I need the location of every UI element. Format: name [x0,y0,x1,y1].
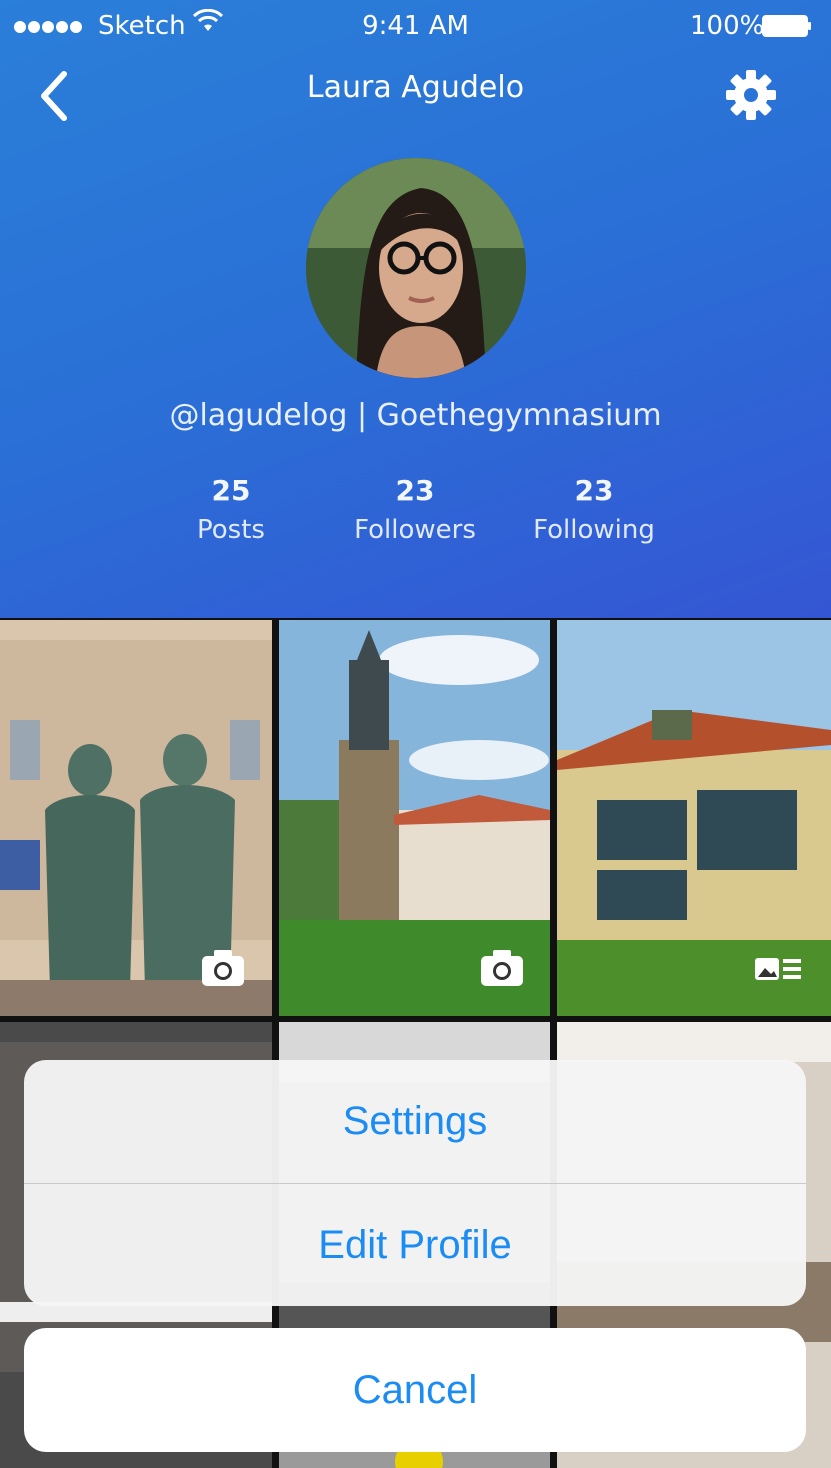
camera-icon [481,950,523,986]
stat-posts[interactable]: 25 Posts [136,474,326,545]
action-sheet: Settings Edit Profile [24,1060,806,1306]
photo-tile[interactable] [279,620,550,1016]
status-bar: Sketch 9:41 AM 100% [0,0,831,56]
photo-tile[interactable] [557,620,831,1016]
stat-value: 25 [211,474,251,507]
article-icon [755,958,801,980]
stat-label: Posts [197,515,265,545]
avatar-portrait [306,158,526,378]
battery-percent: 100% [690,11,765,41]
stat-label: Following [533,515,655,545]
gear-icon[interactable] [724,68,778,122]
battery-icon [762,15,811,37]
profile-header: Sketch 9:41 AM 100% Laura Agudelo @lagud… [0,0,831,618]
page-title: Laura Agudelo [306,70,525,105]
stat-followers[interactable]: 23 Followers [320,474,510,545]
stat-following[interactable]: 23 Following [499,474,689,545]
stat-label: Followers [354,515,476,545]
profile-handle: @lagudelog | Goethegymnasium [169,398,662,433]
avatar[interactable] [306,158,526,378]
photo-tile[interactable] [0,620,272,1016]
edit-profile-option[interactable]: Edit Profile [24,1184,806,1306]
stat-value: 23 [574,474,614,507]
stat-value: 23 [395,474,435,507]
settings-option[interactable]: Settings [24,1060,806,1183]
camera-icon [202,950,244,986]
cancel-button[interactable]: Cancel [24,1328,806,1452]
